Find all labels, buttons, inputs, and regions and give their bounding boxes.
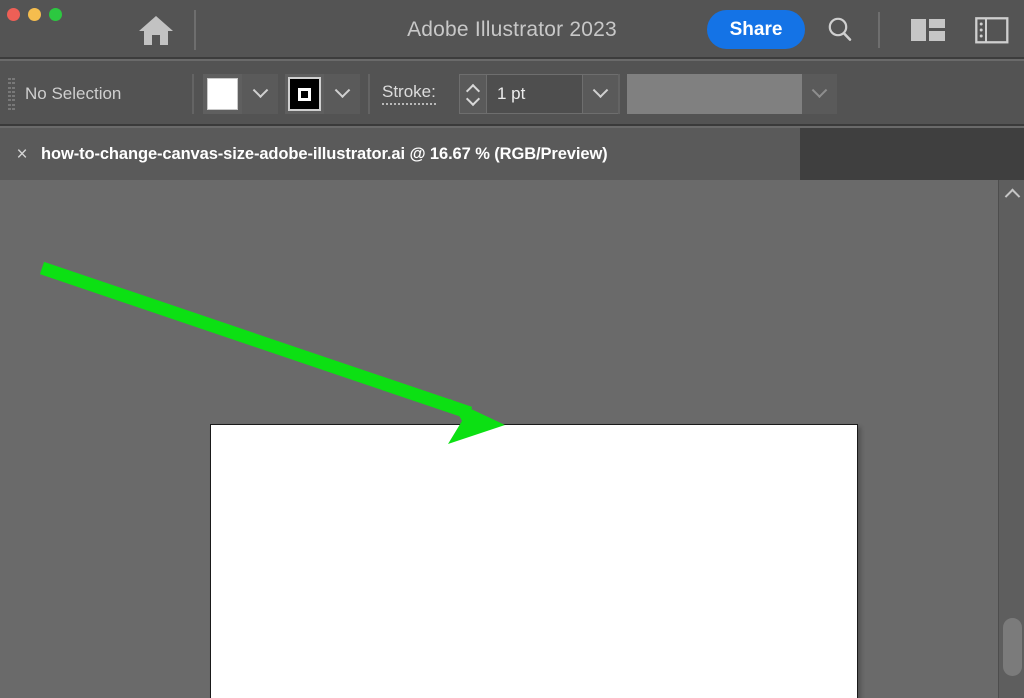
document-tab-title: how-to-change-canvas-size-adobe-illustra… — [41, 144, 608, 163]
search-icon — [828, 17, 852, 41]
stroke-weight-stepper[interactable] — [460, 75, 487, 113]
control-bar: No Selection Stroke: 1 pt — [0, 61, 1024, 169]
control-bar-gripper[interactable] — [8, 78, 15, 110]
stroke-dropdown-button[interactable] — [324, 74, 360, 114]
artboard[interactable] — [210, 424, 858, 698]
illustrator-window: Adobe Illustrator 2023 Share No Selectio… — [0, 0, 1024, 698]
document-tab[interactable]: × how-to-change-canvas-size-adobe-illust… — [0, 128, 800, 180]
stroke-weight-control[interactable]: 1 pt — [459, 74, 619, 114]
stroke-weight-label[interactable]: Stroke: — [382, 61, 436, 126]
scroll-up-button[interactable] — [999, 180, 1024, 206]
fill-color-control[interactable] — [203, 74, 278, 114]
green-pointer-arrow — [39, 261, 505, 444]
control-bar-divider-3 — [618, 74, 620, 114]
variable-width-profile-control[interactable] — [627, 74, 837, 114]
stroke-swatch-button[interactable] — [285, 74, 324, 114]
control-bar-divider-2 — [368, 74, 370, 114]
fill-swatch-button[interactable] — [203, 74, 242, 114]
close-window-button[interactable] — [7, 8, 20, 21]
traffic-lights — [7, 8, 62, 21]
home-icon — [139, 16, 173, 45]
stroke-weight-input[interactable]: 1 pt — [487, 75, 582, 113]
chevron-up-icon — [1004, 188, 1020, 204]
stroke-swatch — [288, 77, 321, 111]
close-tab-icon[interactable]: × — [11, 143, 33, 165]
workspace-switcher-icon — [975, 16, 1009, 43]
vertical-scrollbar[interactable] — [998, 180, 1024, 698]
share-button[interactable]: Share — [707, 10, 805, 49]
selection-status: No Selection — [25, 83, 122, 103]
arrange-documents-button[interactable] — [906, 12, 950, 48]
chevron-down-icon — [252, 81, 268, 98]
chevron-down-icon — [811, 81, 828, 98]
stroke-weight-label-text: Stroke: — [382, 82, 436, 105]
document-tab-strip: × how-to-change-canvas-size-adobe-illust… — [0, 128, 1024, 180]
vertical-scroll-thumb[interactable] — [1003, 618, 1022, 676]
stroke-weight-dropdown-button[interactable] — [582, 75, 618, 113]
title-bar: Adobe Illustrator 2023 Share — [0, 0, 1024, 59]
home-button[interactable] — [133, 10, 179, 50]
stroke-color-control[interactable] — [285, 74, 360, 114]
titlebar-divider-left — [194, 10, 196, 50]
search-button[interactable] — [818, 10, 862, 50]
variable-width-dropdown-button[interactable] — [802, 74, 837, 114]
arrange-documents-icon — [911, 19, 945, 41]
fill-dropdown-button[interactable] — [242, 74, 278, 114]
maximize-window-button[interactable] — [49, 8, 62, 21]
stepper-down-icon[interactable] — [467, 96, 479, 103]
chevron-down-icon — [334, 81, 350, 98]
chevron-down-icon — [592, 81, 609, 98]
fill-swatch — [207, 78, 238, 110]
workspace-switcher-button[interactable] — [970, 12, 1014, 48]
canvas-area[interactable] — [0, 180, 1024, 698]
control-bar-divider-1 — [192, 74, 194, 114]
minimize-window-button[interactable] — [28, 8, 41, 21]
variable-width-profile-swatch[interactable] — [627, 74, 802, 114]
titlebar-divider-right — [878, 12, 880, 48]
